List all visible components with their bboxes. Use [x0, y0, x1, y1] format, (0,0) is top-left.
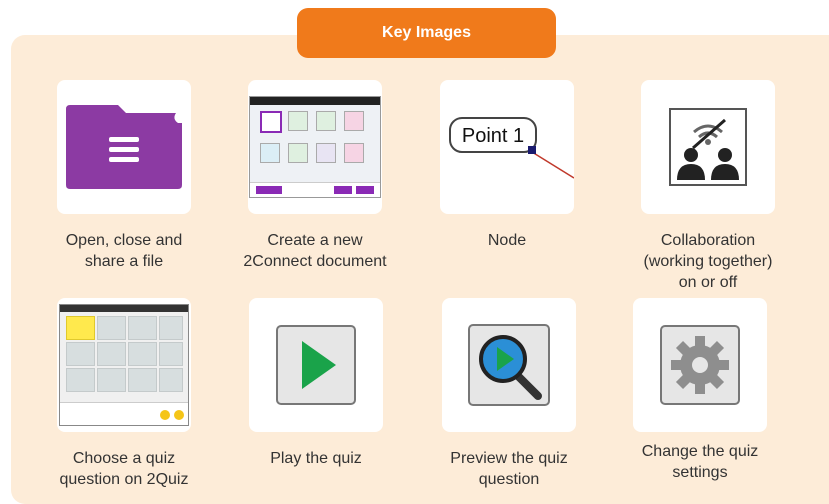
collaboration-icon — [669, 108, 747, 186]
play-card — [249, 298, 383, 432]
settings-card — [633, 298, 767, 432]
play-icon — [276, 325, 356, 405]
preview-card — [442, 298, 576, 432]
file-card — [57, 80, 191, 214]
node-text: Point 1 — [462, 125, 524, 147]
node-card: Point 1 — [440, 80, 574, 214]
preview-icon — [468, 324, 550, 406]
play-label: Play the quiz — [270, 450, 362, 467]
node-icon: Point 1 — [449, 117, 574, 179]
collaboration-card — [641, 80, 775, 214]
settings-gear-icon — [660, 325, 740, 405]
quiz-question-screenshot — [59, 304, 189, 426]
create-document-screenshot — [249, 96, 381, 198]
key-images-title: Key Images — [297, 8, 556, 58]
node-label: Node — [487, 232, 527, 249]
file-icon — [66, 105, 182, 189]
collaboration-label: Collaboration (working together) on or off — [643, 232, 773, 291]
quiz-question-card — [57, 298, 191, 432]
file-label: Open, close and share a file — [65, 232, 183, 270]
quiz-question-label: Choose a quiz question on 2Quiz — [59, 450, 189, 488]
settings-label: Change the quiz settings — [641, 443, 759, 481]
create-document-card — [248, 80, 382, 214]
create-document-label: Create a new 2Connect document — [243, 232, 387, 270]
preview-label: Preview the quiz question — [450, 450, 568, 488]
